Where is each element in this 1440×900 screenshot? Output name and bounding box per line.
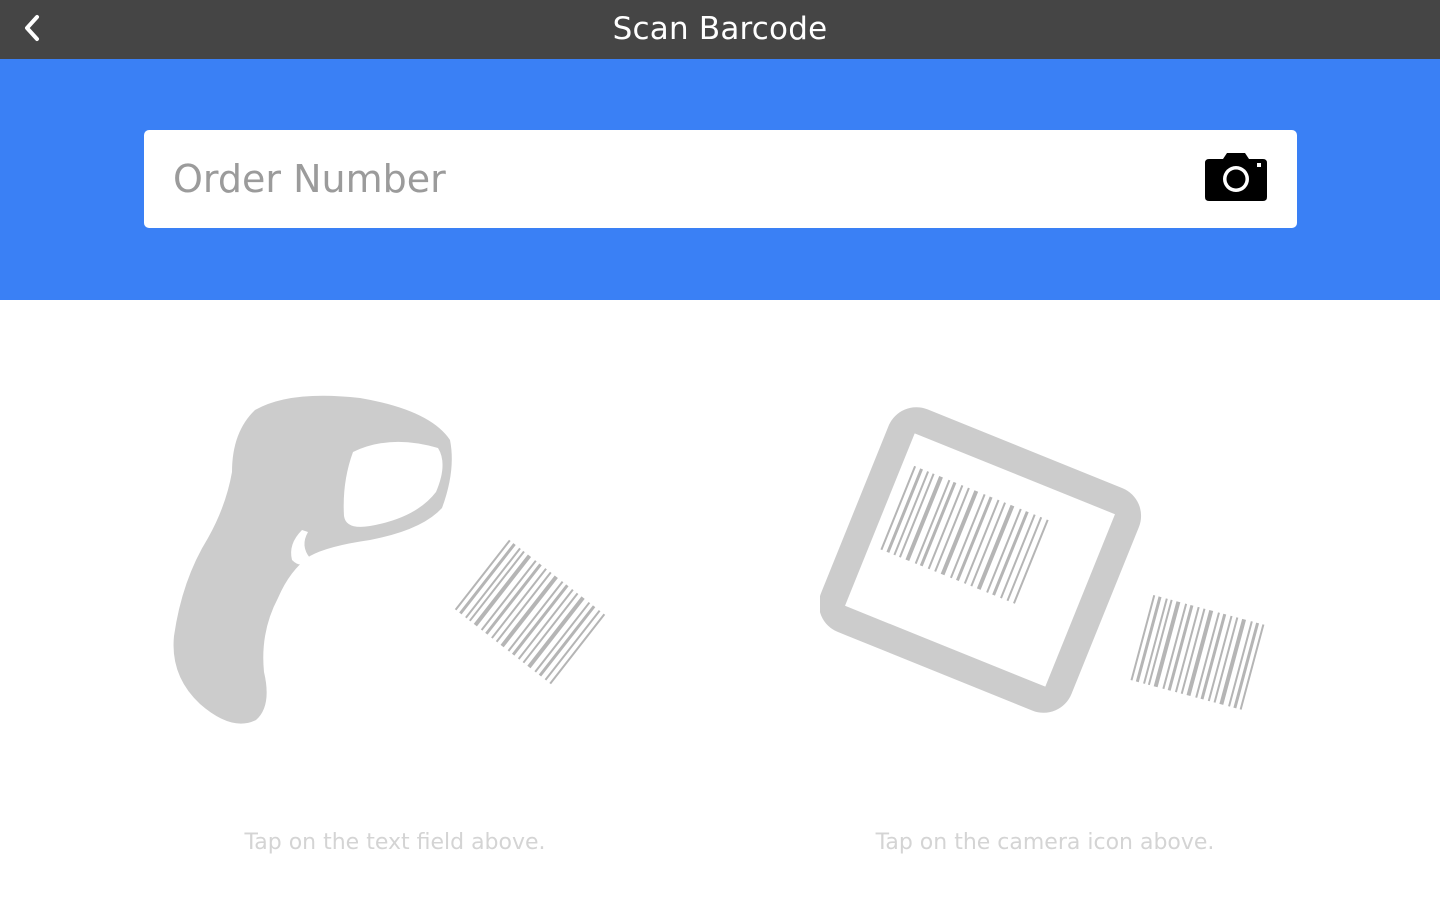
camera-icon xyxy=(1203,151,1269,207)
tablet-scan-illustration xyxy=(818,390,1280,740)
page-title: Scan Barcode xyxy=(612,11,828,47)
order-number-field[interactable] xyxy=(144,130,1297,228)
handheld-scanner-illustration xyxy=(160,380,620,740)
scan-barcode-screen: Scan Barcode Order Number Tap on the tex… xyxy=(0,0,1440,900)
top-bar: Scan Barcode xyxy=(0,0,1440,59)
camera-icon-hint: Tap on the camera icon above. xyxy=(875,830,1215,855)
order-number-input[interactable] xyxy=(144,130,1184,228)
camera-button[interactable] xyxy=(1200,148,1272,210)
text-field-hint: Tap on the text field above. xyxy=(244,830,546,855)
